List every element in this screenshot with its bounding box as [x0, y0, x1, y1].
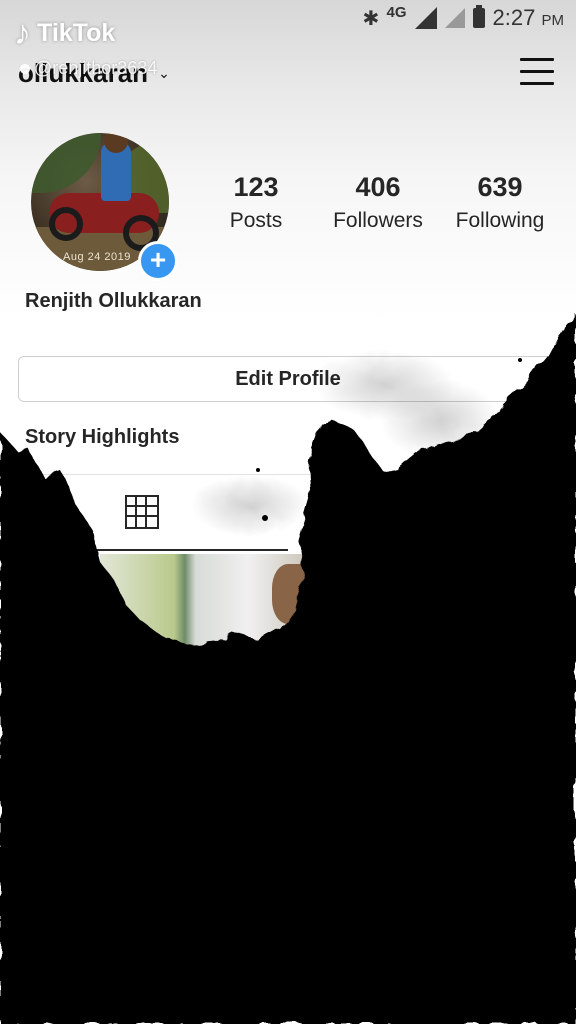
add-story-button[interactable]: + — [138, 241, 178, 281]
stat-value: 639 — [477, 172, 523, 202]
battery-icon — [472, 5, 485, 28]
tiktok-logo-text: TikTok — [37, 18, 116, 47]
clock: 2:27 PM — [493, 5, 564, 31]
menu-bar-top — [520, 58, 554, 61]
profile-full-name: Renjith Ollukkaran — [25, 290, 202, 312]
menu-bar-bottom — [520, 82, 554, 85]
stat-followers[interactable]: 406 Followers — [318, 172, 438, 233]
edit-profile-button[interactable]: Edit Profile — [18, 356, 558, 402]
tiktok-watermark: ♪ TikTok — [14, 16, 115, 50]
tiktok-handle: @renjithor3634 — [20, 58, 157, 79]
stat-value: 123 — [233, 172, 279, 202]
faint-nav-remnant — [0, 880, 576, 940]
network-type: 4G — [386, 3, 407, 21]
stat-label: Followers — [333, 209, 423, 232]
signal-secondary-icon — [444, 8, 465, 28]
tiktok-note-icon: ♪ — [14, 14, 31, 52]
signal-icon — [414, 7, 437, 29]
clock-ampm: PM — [541, 12, 565, 29]
avatar-wheel-left — [49, 207, 83, 241]
avatar-foliage — [31, 133, 101, 193]
post-thumbnail[interactable] — [100, 554, 312, 674]
stat-value: 406 — [355, 172, 401, 202]
menu-button[interactable] — [520, 58, 554, 88]
stat-posts[interactable]: 123 Posts — [196, 172, 316, 233]
tab-grid[interactable] — [0, 475, 288, 551]
clock-time: 2:27 — [492, 5, 536, 30]
chevron-down-icon: ⌄ — [158, 65, 170, 81]
status-icons: ✱ 4G 2:27 PM — [363, 4, 564, 32]
menu-bar-middle — [520, 70, 554, 73]
grid-icon — [125, 495, 159, 529]
profile-stats: 123 Posts 406 Followers 639 Following — [196, 172, 560, 233]
app-screen: ✱ 4G 2:27 PM ollukkaran ⌄ ♪ TikTok @renj… — [0, 0, 576, 1024]
stat-label: Following — [455, 209, 545, 232]
tiktok-handle-text: @renjithor3634 — [34, 58, 158, 78]
stat-label: Posts — [229, 209, 283, 232]
stat-following[interactable]: 639 Following — [440, 172, 560, 233]
story-highlights-title[interactable]: Story Highlights — [25, 426, 179, 449]
post-thumbnail-face — [272, 564, 312, 624]
tiktok-user-icon — [20, 64, 30, 74]
avatar-date-stamp: Aug 24 2019 — [63, 251, 131, 263]
bluetooth-icon: ✱ — [362, 7, 380, 30]
